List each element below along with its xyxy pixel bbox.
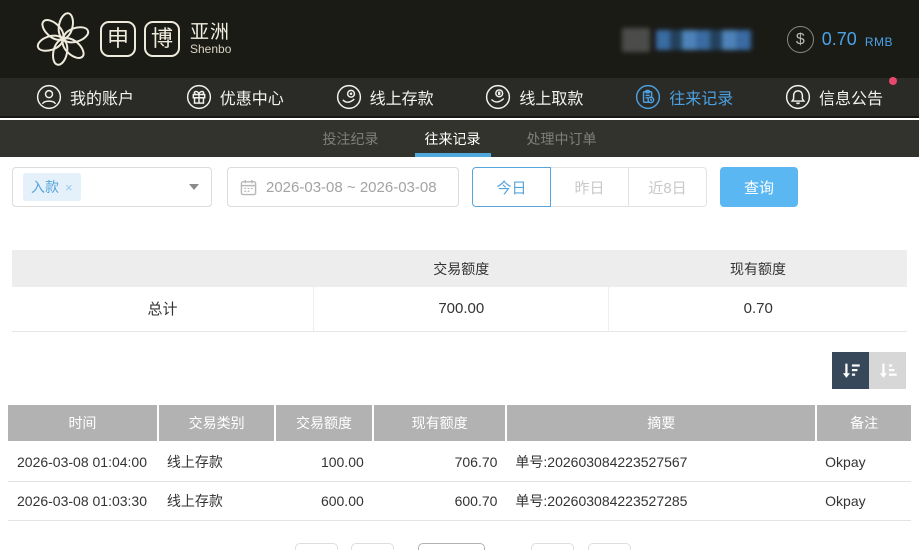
tab-pending-orders[interactable]: 处理中订单 xyxy=(521,120,603,157)
summary-col-balance: 现有额度 xyxy=(609,250,907,287)
nav-item-promotions[interactable]: 优惠中心 xyxy=(186,84,284,110)
pagination-button[interactable] xyxy=(351,543,394,550)
col-amount: 交易额度 xyxy=(275,405,373,442)
cell-time: 2026-03-08 01:03:30 xyxy=(8,481,158,520)
dollar-circle-icon: $ xyxy=(787,26,814,53)
records-icon xyxy=(635,84,661,110)
date-range-input[interactable]: 2026-03-08 ~ 2026-03-08 xyxy=(227,167,459,207)
gift-icon xyxy=(186,84,212,110)
logo-char2: 博 xyxy=(151,26,173,51)
logo-char-box: 申 xyxy=(100,21,136,57)
sort-toolbar xyxy=(832,352,906,389)
balance-currency: RMB xyxy=(865,35,893,49)
chevron-down-icon xyxy=(189,184,199,190)
cell-summary: 单号:202603084223527567 xyxy=(506,442,816,481)
filter-bar: 入款 × 2026-03-08 ~ 2026-03-08 今日 昨日 近8日 查… xyxy=(12,167,907,207)
pagination-button[interactable] xyxy=(588,543,631,550)
type-tag: 入款 × xyxy=(23,173,81,201)
bell-icon xyxy=(785,84,811,110)
today-button[interactable]: 今日 xyxy=(472,167,551,207)
sort-asc-icon xyxy=(877,360,899,382)
notification-dot xyxy=(889,77,897,85)
logo-en: Shenbo xyxy=(190,43,231,56)
cell-note: Okpay xyxy=(816,481,911,520)
logo-char-box: 博 xyxy=(144,21,180,57)
cell-type: 线上存款 xyxy=(158,442,275,481)
pagination-button[interactable] xyxy=(531,543,574,550)
username-redacted[interactable] xyxy=(622,28,752,52)
records-table: 时间 交易类别 交易额度 现有额度 摘要 备注 2026-03-08 01:04… xyxy=(8,405,911,521)
summary-header-row: 交易额度 现有额度 xyxy=(12,250,907,287)
deposit-icon xyxy=(336,84,362,110)
sort-ascending-button[interactable] xyxy=(869,352,906,389)
cell-balance: 600.70 xyxy=(373,481,507,520)
user-icon xyxy=(36,84,62,110)
type-tag-label: 入款 xyxy=(31,177,59,197)
records-header-row: 时间 交易类别 交易额度 现有额度 摘要 备注 xyxy=(8,405,911,442)
brand-logo[interactable]: 申 博 亚洲 Shenbo xyxy=(34,10,231,68)
username-text-blurred xyxy=(656,30,752,50)
nav-item-announcements[interactable]: 信息公告 xyxy=(785,84,883,110)
nav-label: 线上取款 xyxy=(519,85,583,109)
col-balance: 现有额度 xyxy=(373,405,507,442)
calendar-icon xyxy=(240,179,257,196)
tag-remove-icon[interactable]: × xyxy=(65,180,73,195)
col-type: 交易类别 xyxy=(158,405,275,442)
pagination-button[interactable] xyxy=(295,543,338,550)
cell-type: 线上存款 xyxy=(158,481,275,520)
col-time: 时间 xyxy=(8,405,158,442)
summary-table: 交易额度 现有额度 总计 700.00 0.70 xyxy=(12,250,907,332)
avatar xyxy=(622,28,650,52)
nav-label: 优惠中心 xyxy=(220,85,284,109)
yesterday-button[interactable]: 昨日 xyxy=(550,167,629,207)
nav-item-withdraw[interactable]: 线上取款 xyxy=(485,84,583,110)
summary-total-row: 总计 700.00 0.70 xyxy=(12,287,907,331)
summary-col-empty xyxy=(12,250,314,287)
col-summary: 摘要 xyxy=(506,405,816,442)
flower-logo-icon xyxy=(34,10,92,68)
search-button[interactable]: 查询 xyxy=(720,167,798,207)
nav-item-my-account[interactable]: 我的账户 xyxy=(36,84,134,110)
table-row: 2026-03-08 01:03:30 线上存款 600.00 600.70 单… xyxy=(8,481,911,520)
nav-label: 线上存款 xyxy=(370,85,434,109)
summary-total-label: 总计 xyxy=(12,287,314,331)
table-row: 2026-03-08 01:04:00 线上存款 100.00 706.70 单… xyxy=(8,442,911,481)
summary-total-trade: 700.00 xyxy=(314,287,609,331)
logo-region: 亚洲 xyxy=(190,23,231,43)
balance-display[interactable]: $ 0.70 RMB xyxy=(787,26,893,53)
col-note: 备注 xyxy=(816,405,911,442)
nav-label: 信息公告 xyxy=(819,85,883,109)
balance-amount: 0.70 xyxy=(822,29,857,50)
transaction-records-page: 申 博 亚洲 Shenbo $ 0.70 RMB 我的账户 xyxy=(0,0,919,550)
cell-amount: 100.00 xyxy=(275,442,373,481)
sort-descending-button[interactable] xyxy=(832,352,869,389)
tab-transaction-records[interactable]: 往来记录 xyxy=(419,120,487,157)
withdraw-icon xyxy=(485,84,511,110)
date-range-value: 2026-03-08 ~ 2026-03-08 xyxy=(266,179,437,196)
pagination-bar xyxy=(0,543,919,550)
transaction-type-select[interactable]: 入款 × xyxy=(12,167,212,207)
cell-amount: 600.00 xyxy=(275,481,373,520)
pagination-page-select[interactable] xyxy=(418,543,485,550)
nav-label: 往来记录 xyxy=(669,85,733,109)
nav-label: 我的账户 xyxy=(70,85,134,109)
main-nav: 我的账户 优惠中心 线上存款 线上取款 xyxy=(0,78,919,118)
sub-nav: 投注纪录 往来记录 处理中订单 xyxy=(0,120,919,157)
nav-item-deposit[interactable]: 线上存款 xyxy=(336,84,434,110)
cell-time: 2026-03-08 01:04:00 xyxy=(8,442,158,481)
sort-desc-icon xyxy=(840,360,862,382)
nav-item-records[interactable]: 往来记录 xyxy=(635,84,733,110)
cell-note: Okpay xyxy=(816,442,911,481)
last-8-days-button[interactable]: 近8日 xyxy=(628,167,707,207)
top-header: 申 博 亚洲 Shenbo $ 0.70 RMB xyxy=(0,0,919,78)
logo-char1: 申 xyxy=(107,26,129,51)
quick-date-group: 今日 昨日 近8日 xyxy=(472,167,707,207)
summary-col-trade: 交易额度 xyxy=(314,250,609,287)
summary-total-balance: 0.70 xyxy=(609,287,907,331)
tab-bet-records[interactable]: 投注纪录 xyxy=(317,120,385,157)
cell-summary: 单号:202603084223527285 xyxy=(506,481,816,520)
cell-balance: 706.70 xyxy=(373,442,507,481)
